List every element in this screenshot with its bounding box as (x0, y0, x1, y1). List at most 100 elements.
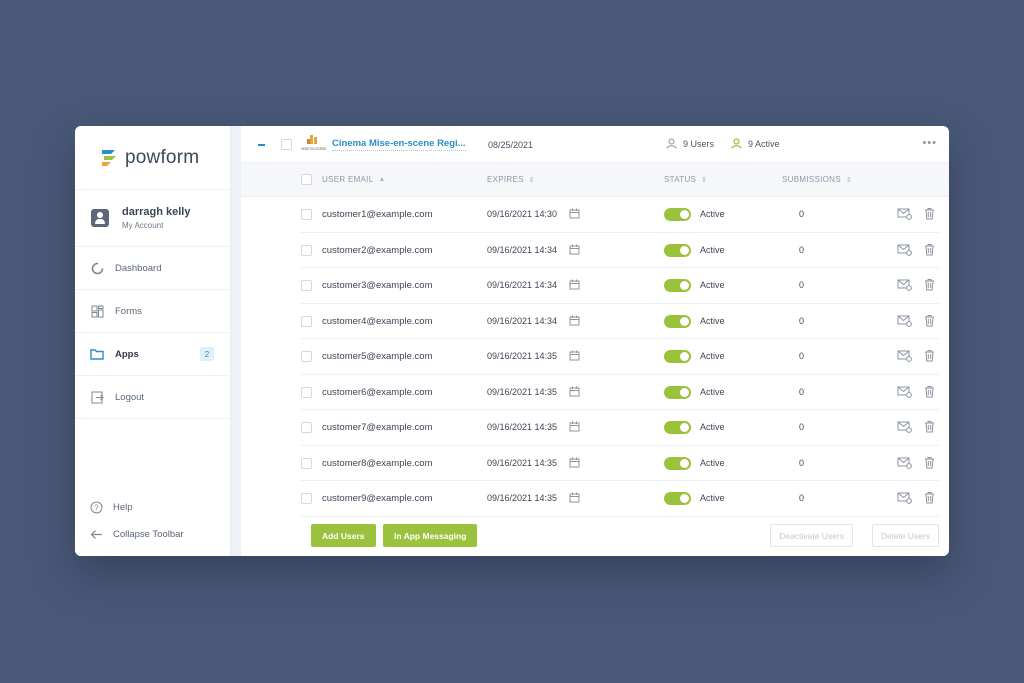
status-label: Active (700, 351, 725, 361)
calendar-icon[interactable] (569, 350, 580, 361)
trash-icon[interactable] (924, 278, 935, 291)
status-toggle[interactable] (664, 385, 691, 399)
calendar-icon[interactable] (569, 315, 580, 326)
status-label: Active (700, 280, 725, 290)
app-logo-caption: MISE EN SCENE (302, 147, 327, 151)
sort-user-email[interactable]: USER EMAIL ▲ (322, 175, 386, 184)
status-label: Active (700, 244, 725, 255)
status-toggle[interactable] (664, 492, 691, 505)
sort-both-icon: ⇕ (528, 176, 535, 184)
more-options-icon[interactable]: ••• (922, 137, 937, 149)
row-checkbox[interactable] (301, 493, 312, 504)
trash-icon[interactable] (924, 491, 935, 504)
sidebar: powform darragh kelly My Account Dashboa… (75, 126, 231, 556)
sidebar-item-dashboard[interactable]: Dashboard (75, 247, 230, 290)
user-email: customer6@example.com (322, 386, 433, 398)
user-email: customer3@example.com (322, 280, 433, 291)
app-date: 08/25/2021 (488, 140, 534, 150)
sidebar-item-label: Dashboard (115, 262, 162, 274)
send-message-icon[interactable] (897, 208, 912, 220)
help-circle-icon: ? (89, 501, 103, 515)
row-checkbox[interactable] (301, 244, 312, 256)
status-toggle[interactable] (664, 350, 691, 363)
status-toggle[interactable] (664, 314, 691, 328)
users-count-label: 9 Users (683, 138, 715, 149)
app-checkbox[interactable] (281, 139, 292, 150)
active-count-label: 9 Active (748, 138, 780, 149)
status-toggle[interactable] (664, 243, 691, 257)
row-checkbox[interactable] (301, 280, 312, 291)
status-toggle[interactable] (664, 456, 691, 470)
deactivate-users-button[interactable]: Deactivate Users (770, 524, 853, 547)
expires-date: 09/16/2021 14:35 (487, 351, 558, 361)
sort-both-icon: ⇕ (701, 176, 708, 184)
row-checkbox[interactable] (301, 422, 312, 433)
calendar-icon[interactable] (569, 208, 580, 219)
trash-icon[interactable] (924, 207, 935, 220)
sidebar-item-forms[interactable]: Forms (75, 290, 230, 333)
profile-block[interactable]: darragh kelly My Account (75, 190, 230, 247)
send-message-icon[interactable] (897, 421, 912, 433)
trash-icon[interactable] (924, 420, 935, 433)
row-checkbox[interactable] (301, 209, 312, 220)
row-checkbox[interactable] (301, 386, 312, 398)
in-app-messaging-button[interactable]: In App Messaging (383, 524, 478, 547)
brand-logo[interactable]: powform (75, 126, 230, 190)
sort-expires[interactable]: EXPIRES ⇕ (487, 175, 535, 184)
status-toggle[interactable] (664, 208, 691, 221)
calendar-icon[interactable] (569, 386, 580, 397)
delete-users-button[interactable]: Delete Users (871, 524, 939, 547)
collapse-app-toggle[interactable] (258, 144, 265, 146)
send-message-icon[interactable] (897, 386, 912, 398)
help-link[interactable]: ? Help (75, 494, 230, 521)
table-row: customer1@example.com 09/16/2021 14:30 A… (301, 197, 939, 233)
app-name-link[interactable]: Cinema Mise-en-scene Regi... (332, 138, 466, 151)
calendar-icon[interactable] (569, 457, 580, 468)
status-label: Active (700, 209, 725, 219)
select-all-checkbox[interactable] (301, 174, 312, 185)
add-users-button[interactable]: Add Users (311, 524, 376, 547)
sidebar-gutter (231, 126, 241, 556)
sidebar-item-label: Apps (115, 348, 139, 360)
send-message-icon[interactable] (897, 315, 912, 327)
row-checkbox[interactable] (301, 457, 312, 469)
sidebar-item-apps[interactable]: Apps 2 (75, 333, 230, 376)
submissions-count: 0 (799, 315, 805, 326)
calendar-icon[interactable] (569, 279, 580, 290)
powform-logo-icon (102, 149, 116, 166)
my-account-link[interactable]: My Account (122, 221, 190, 230)
app-window: powform darragh kelly My Account Dashboa… (75, 126, 949, 556)
table-row: customer7@example.com 09/16/2021 14:35 A… (301, 410, 939, 446)
sidebar-bottom-links: ? Help Collapse Toolbar (75, 494, 230, 548)
calendar-icon[interactable] (569, 421, 580, 432)
profile-name: darragh kelly (122, 206, 191, 218)
status-toggle[interactable] (664, 279, 691, 292)
send-message-icon[interactable] (897, 244, 912, 256)
row-checkbox[interactable] (301, 351, 312, 362)
collapse-toolbar-label: Collapse Toolbar (113, 529, 184, 540)
sidebar-item-logout[interactable]: Logout (75, 376, 230, 419)
user-table-body: customer1@example.com 09/16/2021 14:30 A… (241, 197, 949, 517)
trash-icon[interactable] (924, 349, 935, 362)
submissions-count: 0 (799, 457, 805, 468)
trash-icon[interactable] (924, 456, 935, 469)
trash-icon[interactable] (924, 385, 935, 398)
send-message-icon[interactable] (897, 457, 912, 469)
send-message-icon[interactable] (897, 350, 912, 362)
user-avatar-icon (91, 209, 109, 227)
trash-icon[interactable] (924, 314, 935, 327)
trash-icon[interactable] (924, 243, 935, 256)
collapse-toolbar-button[interactable]: Collapse Toolbar (75, 521, 230, 548)
calendar-icon[interactable] (569, 244, 580, 255)
send-message-icon[interactable] (897, 492, 912, 504)
users-count: 9 Users (666, 138, 714, 149)
sort-submissions[interactable]: SUBMISSIONS ⇕ (782, 175, 852, 184)
row-checkbox[interactable] (301, 315, 312, 327)
sidebar-item-label: Logout (115, 391, 145, 403)
calendar-icon[interactable] (569, 492, 580, 503)
expires-date: 09/16/2021 14:34 (487, 244, 558, 255)
status-toggle[interactable] (664, 421, 691, 434)
sort-status[interactable]: STATUS ⇕ (664, 175, 707, 184)
header-label: USER EMAIL (322, 175, 374, 184)
send-message-icon[interactable] (897, 279, 912, 291)
